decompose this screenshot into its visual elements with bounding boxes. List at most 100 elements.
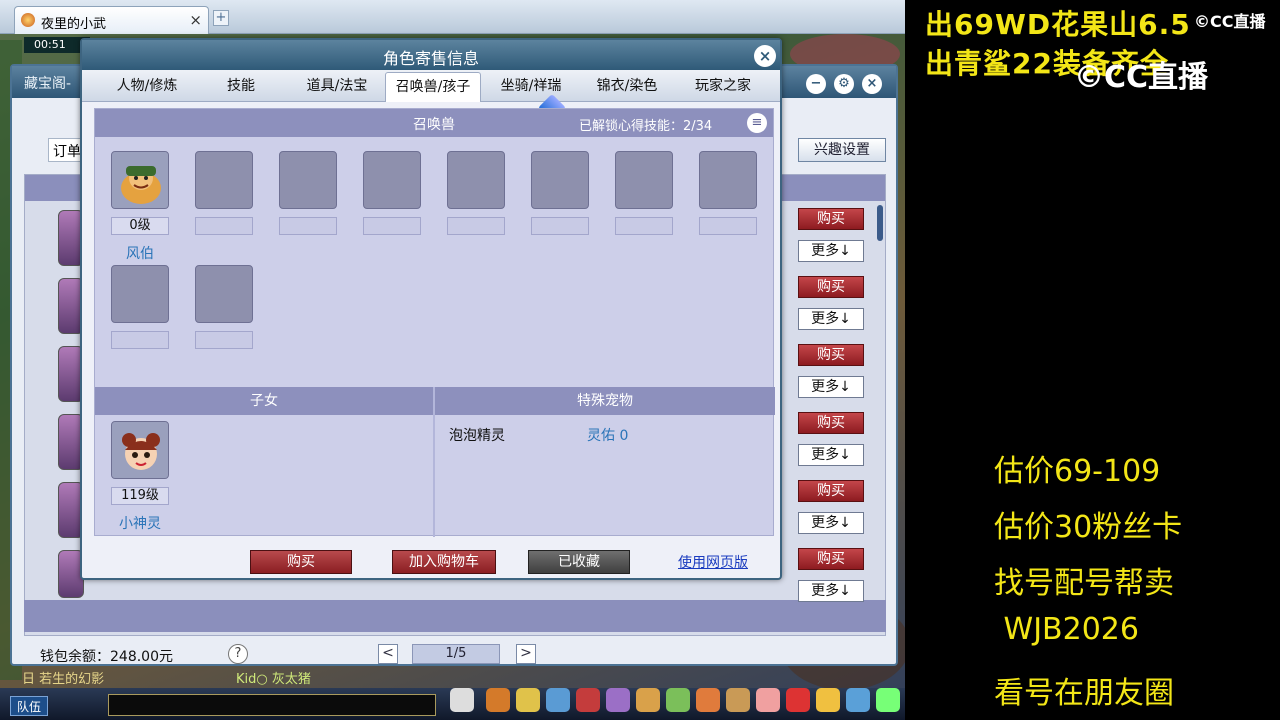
special-pet-blessing: 灵佑 0 bbox=[587, 428, 629, 444]
friend-icon[interactable] bbox=[696, 688, 720, 712]
pet-icon[interactable] bbox=[450, 688, 474, 712]
empty-pet-slot[interactable] bbox=[195, 265, 253, 323]
empty-pet-slot[interactable] bbox=[615, 151, 673, 209]
stream-note: WJB2026 bbox=[994, 612, 1139, 647]
empty-pet-slot[interactable] bbox=[279, 151, 337, 209]
empty-pet-slot[interactable] bbox=[111, 265, 169, 323]
gear-icon[interactable]: ⚙ bbox=[834, 74, 854, 94]
help-button[interactable]: ? bbox=[228, 644, 248, 664]
favorited-button[interactable]: 已收藏 bbox=[528, 550, 630, 574]
listing-more-button[interactable]: 更多↓ bbox=[798, 444, 864, 466]
child-slot[interactable] bbox=[111, 421, 169, 479]
web-version-link[interactable]: 使用网页版 bbox=[678, 552, 748, 572]
listing-buy-button[interactable]: 购买 bbox=[798, 276, 864, 298]
listing-buy-button[interactable]: 购买 bbox=[798, 548, 864, 570]
treasure-window-title: 藏宝阁- bbox=[24, 76, 72, 92]
buy-button[interactable]: 购买 bbox=[250, 550, 352, 574]
child-avatar-icon bbox=[112, 422, 168, 478]
stream-note: 看号在朋友圈 bbox=[994, 676, 1174, 711]
mail-icon[interactable] bbox=[726, 688, 750, 712]
summons-panel: 召唤兽 已解锁心得技能：2/34 ≡ 0级 风伯 子女 特殊宠物 119级 小神… bbox=[94, 108, 775, 537]
empty-slot-label bbox=[615, 217, 673, 235]
empty-slot-label bbox=[363, 217, 421, 235]
skill-icon[interactable] bbox=[546, 688, 570, 712]
quest-icon[interactable] bbox=[666, 688, 690, 712]
special-pets-header: 特殊宠物 bbox=[435, 387, 775, 415]
add-to-cart-button[interactable]: 加入购物车 bbox=[392, 550, 496, 574]
empty-pet-slot[interactable] bbox=[195, 151, 253, 209]
system-icon[interactable] bbox=[846, 688, 870, 712]
unlocked-skills-count: 已解锁心得技能：2/34 bbox=[579, 119, 713, 134]
cc-live-logo: ©CC直播 bbox=[1194, 12, 1266, 31]
listing-more-button[interactable]: 更多↓ bbox=[798, 376, 864, 398]
pet-level: 0级 bbox=[111, 217, 169, 235]
dialog-titlebar: 角色寄售信息 × bbox=[82, 40, 780, 70]
pet-slot[interactable] bbox=[111, 151, 169, 209]
child-level: 119级 bbox=[111, 487, 169, 505]
empty-pet-slot[interactable] bbox=[531, 151, 589, 209]
listing-scrollbar[interactable] bbox=[877, 205, 883, 241]
cc-live-watermark: ©CC直播 bbox=[1074, 60, 1209, 95]
role-sale-info-dialog: 角色寄售信息 × 人物/修炼 技能 道具/法宝 召唤兽/孩子 坐骑/祥瑞 锦衣/… bbox=[80, 38, 782, 580]
browser-tab[interactable]: 夜里的小武 × bbox=[14, 6, 209, 34]
settings-icon[interactable] bbox=[876, 688, 900, 712]
tab-character[interactable]: 人物/修炼 bbox=[102, 72, 192, 102]
listing-footer-bar bbox=[24, 600, 886, 632]
empty-pet-slot[interactable] bbox=[363, 151, 421, 209]
shop-icon[interactable] bbox=[636, 688, 660, 712]
pet-name: 风伯 bbox=[126, 246, 154, 262]
guild-icon[interactable] bbox=[606, 688, 630, 712]
empty-pet-slot[interactable] bbox=[447, 151, 505, 209]
listing-more-button[interactable]: 更多↓ bbox=[798, 240, 864, 262]
empty-slot-label bbox=[447, 217, 505, 235]
wallet-balance: 钱包余额：248.00元 bbox=[40, 649, 173, 665]
prev-page-button[interactable]: < bbox=[378, 644, 398, 664]
chat-input[interactable] bbox=[108, 694, 436, 716]
list-icon[interactable]: ≡ bbox=[747, 113, 767, 133]
minimize-icon[interactable]: − bbox=[806, 74, 826, 94]
empty-pet-slot[interactable] bbox=[699, 151, 757, 209]
tab-skills[interactable]: 技能 bbox=[206, 72, 276, 102]
dialog-tabs: 人物/修炼 技能 道具/法宝 召唤兽/孩子 坐骑/祥瑞 锦衣/染色 玩家之家 bbox=[82, 70, 780, 102]
bag-icon[interactable] bbox=[516, 688, 540, 712]
close-tab-icon[interactable]: × bbox=[189, 11, 202, 29]
tab-summons[interactable]: 召唤兽/孩子 bbox=[385, 72, 481, 102]
character-icon[interactable] bbox=[486, 688, 510, 712]
stream-headline: 出69WD花果山6.5 bbox=[925, 8, 1191, 41]
page-indicator: 1/5 bbox=[412, 644, 500, 664]
tab-mounts[interactable]: 坐骑/祥瑞 bbox=[486, 72, 576, 102]
notification-icon[interactable] bbox=[786, 688, 810, 712]
team-button[interactable]: 队伍 bbox=[10, 696, 48, 716]
empty-slot-label bbox=[279, 217, 337, 235]
team-icon[interactable] bbox=[576, 688, 600, 712]
empty-slot-label bbox=[195, 217, 253, 235]
stream-note: 估价69-109 bbox=[994, 454, 1161, 489]
listing-more-button[interactable]: 更多↓ bbox=[798, 308, 864, 330]
chat-message: 日 若生的幻影 bbox=[22, 672, 105, 687]
tab-items[interactable]: 道具/法宝 bbox=[292, 72, 382, 102]
listing-more-button[interactable]: 更多↓ bbox=[798, 512, 864, 534]
game-favicon-icon bbox=[21, 13, 35, 27]
listing-buy-button[interactable]: 购买 bbox=[798, 412, 864, 434]
fengbo-avatar-icon bbox=[112, 152, 168, 208]
browser-tab-title: 夜里的小武 bbox=[41, 17, 107, 32]
dialog-title: 角色寄售信息 bbox=[382, 49, 479, 68]
special-pet-name: 泡泡精灵 bbox=[449, 428, 505, 444]
tab-home[interactable]: 玩家之家 bbox=[678, 72, 768, 102]
listing-buy-button[interactable]: 购买 bbox=[798, 480, 864, 502]
listing-more-button[interactable]: 更多↓ bbox=[798, 580, 864, 602]
summons-header: 召唤兽 已解锁心得技能：2/34 ≡ bbox=[95, 109, 773, 137]
event-icon[interactable] bbox=[756, 688, 780, 712]
chat-message: Kid○ 灰太猪 bbox=[236, 672, 311, 687]
close-icon[interactable]: × bbox=[862, 74, 882, 94]
listing-buy-button[interactable]: 购买 bbox=[798, 344, 864, 366]
interest-settings-button[interactable]: 兴趣设置 bbox=[798, 138, 886, 162]
tab-outfits[interactable]: 锦衣/染色 bbox=[582, 72, 672, 102]
emote-icon[interactable] bbox=[816, 688, 840, 712]
close-icon[interactable]: × bbox=[754, 45, 776, 67]
listing-buy-button[interactable]: 购买 bbox=[798, 208, 864, 230]
screen: 夜里的小武 × + 00:51 藏宝阁- − ⚙ × 订单 兴趣设置 购买 更多… bbox=[0, 0, 1280, 720]
stream-note: 找号配号帮卖 bbox=[994, 566, 1174, 601]
new-tab-button[interactable]: + bbox=[213, 10, 229, 26]
next-page-button[interactable]: > bbox=[516, 644, 536, 664]
